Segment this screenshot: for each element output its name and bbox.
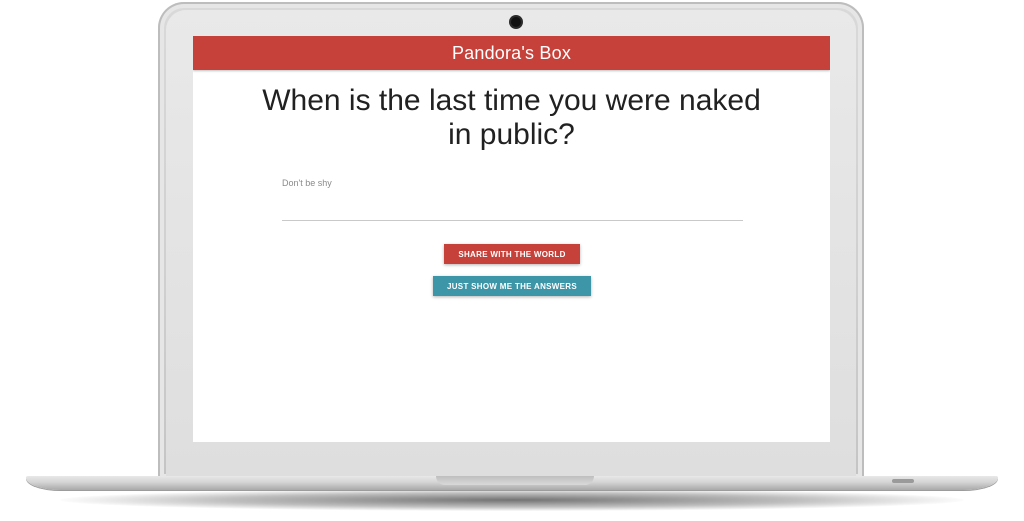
- answer-hint-label: Don't be shy: [282, 178, 332, 188]
- share-with-world-button[interactable]: SHARE WITH THE WORLD: [444, 244, 580, 264]
- laptop-shadow: [60, 489, 964, 511]
- status-light-icon: [892, 479, 914, 483]
- show-answers-button[interactable]: JUST SHOW ME THE ANSWERS: [433, 276, 591, 296]
- app-title: Pandora's Box: [451, 42, 572, 63]
- laptop-opening-notch: [436, 476, 594, 485]
- question-heading: When is the last time you were naked in …: [262, 84, 761, 151]
- laptop-screen: Pandora's Box When is the last time you …: [193, 36, 830, 442]
- app-bar: Pandora's Box: [193, 36, 830, 70]
- laptop-mockup: Pandora's Box When is the last time you …: [0, 0, 1024, 521]
- answer-input[interactable]: [282, 196, 743, 221]
- camera-icon: [511, 17, 521, 27]
